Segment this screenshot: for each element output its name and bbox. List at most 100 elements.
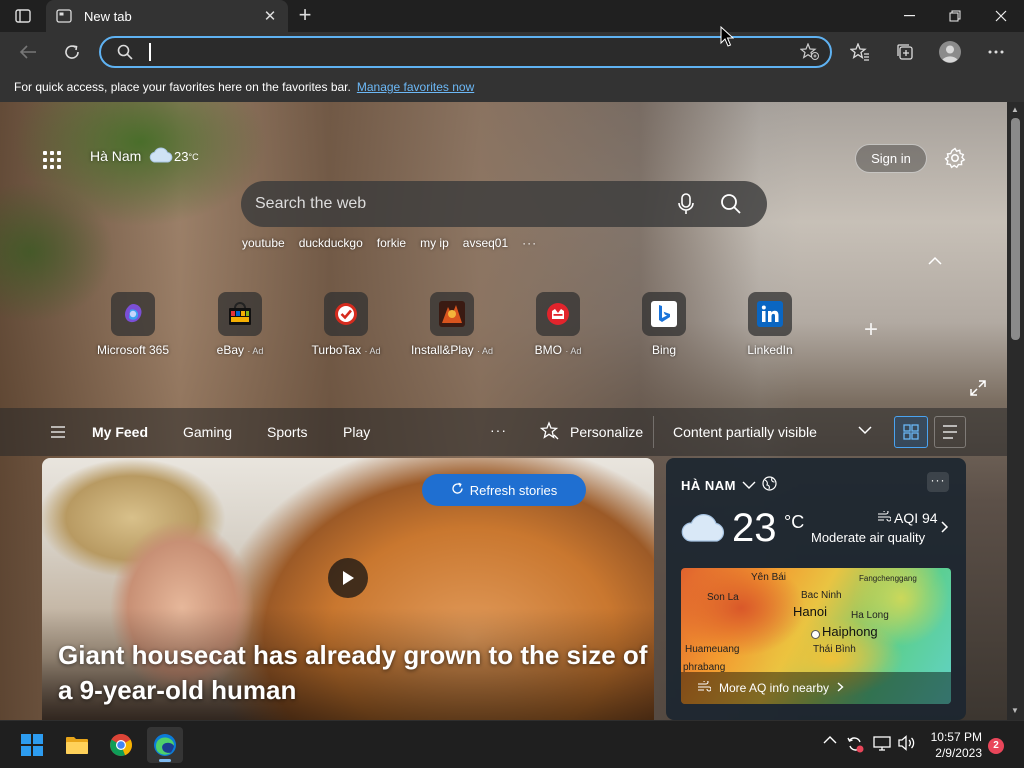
page-scrollbar[interactable]: ▲ ▼ — [1007, 102, 1024, 720]
air-quality-map[interactable]: Yên Bái Bac Ninh Fangchenggang Son La Ha… — [681, 568, 951, 704]
clock-time: 10:57 PM — [930, 730, 982, 744]
app-launcher-icon[interactable] — [41, 149, 63, 171]
tile-label: Microsoft 365 — [96, 343, 170, 357]
notification-badge[interactable]: 2 — [988, 738, 1004, 754]
collections-icon[interactable] — [893, 40, 917, 64]
refresh-icon[interactable] — [58, 38, 86, 66]
tab-gaming[interactable]: Gaming — [183, 424, 232, 440]
refresh-icon — [451, 482, 464, 498]
aqi-value[interactable]: AQI 94 — [877, 509, 938, 526]
add-favorite-icon[interactable] — [799, 42, 820, 66]
scrollbar-thumb[interactable] — [1011, 118, 1020, 340]
tile-turbotax[interactable]: TurboTax · Ad — [293, 292, 399, 357]
network-icon[interactable] — [873, 735, 891, 751]
chevron-up-icon[interactable] — [823, 735, 837, 744]
story-headline[interactable]: Giant housecat has already grown to the … — [58, 638, 648, 708]
play-icon[interactable] — [328, 558, 368, 598]
tile-label: LinkedIn — [747, 343, 793, 357]
back-arrow-icon[interactable] — [14, 38, 42, 66]
weather-card[interactable]: HÀ NAM ··· 23 °C AQI 94 Moderate air qua… — [666, 458, 966, 720]
list-layout-icon[interactable] — [934, 416, 966, 448]
map-label: Hanoi — [793, 604, 827, 619]
quick-link[interactable]: avseq01 — [463, 236, 508, 250]
sync-icon[interactable] — [846, 735, 864, 753]
quick-link[interactable]: my ip — [420, 236, 449, 250]
new-tab-button[interactable]: + — [292, 4, 318, 28]
sign-in-button[interactable]: Sign in — [855, 144, 927, 173]
tile-label: Install&Play — [410, 343, 474, 357]
cloud-icon — [148, 146, 174, 167]
tab-sports[interactable]: Sports — [267, 424, 307, 440]
hero-story-card[interactable]: Refresh stories Giant housecat has alrea… — [42, 458, 654, 720]
scroll-down-arrow-icon[interactable]: ▼ — [1011, 706, 1019, 715]
tile-install-play[interactable]: Install&Play · Ad — [399, 292, 505, 357]
feed-more-button[interactable]: ··· — [490, 422, 507, 438]
chrome-icon[interactable] — [103, 727, 139, 763]
chevron-up-icon[interactable] — [928, 252, 942, 268]
aqi-description[interactable]: Moderate air quality — [811, 530, 925, 545]
content-visibility-dropdown[interactable]: Content partially visible — [673, 424, 817, 440]
menu-icon[interactable] — [50, 425, 66, 443]
weather-card-location[interactable]: HÀ NAM — [681, 476, 777, 494]
address-input[interactable] — [147, 42, 747, 62]
favorites-icon[interactable] — [848, 40, 872, 64]
grid-layout-icon[interactable] — [894, 416, 928, 448]
expand-background-icon[interactable] — [970, 380, 986, 401]
windows-start-icon[interactable] — [14, 727, 50, 763]
tile-ebay[interactable]: eBay · Ad — [187, 292, 293, 357]
map-label: Haiphong — [822, 624, 878, 639]
tile-microsoft-365[interactable]: Microsoft 365 — [80, 292, 186, 357]
quick-link[interactable]: duckduckgo — [299, 236, 363, 250]
quick-link[interactable]: youtube — [242, 236, 285, 250]
manage-favorites-link[interactable]: Manage favorites now — [357, 80, 474, 94]
cloud-icon — [680, 510, 728, 549]
quick-links-more[interactable]: ··· — [522, 236, 537, 250]
weather-location[interactable]: Hà Nam — [90, 148, 141, 164]
windows-taskbar: 10:57 PM 2/9/2023 2 — [0, 720, 1024, 768]
edge-icon[interactable] — [147, 727, 183, 763]
ad-badge: · Ad — [477, 346, 494, 356]
web-search-box[interactable] — [241, 181, 767, 227]
tab-my-feed[interactable]: My Feed — [92, 424, 148, 440]
tab-actions-icon[interactable] — [12, 6, 34, 26]
minimize-button[interactable] — [886, 0, 932, 32]
microphone-icon[interactable] — [678, 193, 694, 220]
aqi-label: AQI 94 — [894, 510, 938, 526]
tile-bmo[interactable]: BMO · Ad — [505, 292, 611, 357]
volume-icon[interactable] — [898, 735, 916, 751]
refresh-stories-button[interactable]: Refresh stories — [422, 474, 586, 506]
restore-button[interactable] — [932, 0, 978, 32]
settings-more-icon[interactable] — [984, 40, 1008, 64]
scroll-up-arrow-icon[interactable]: ▲ — [1011, 105, 1019, 114]
quick-link[interactable]: forkie — [377, 236, 406, 250]
globe-icon[interactable] — [762, 476, 777, 494]
tile-linkedin[interactable]: LinkedIn — [717, 292, 823, 357]
map-label: Bac Ninh — [801, 590, 842, 601]
close-window-button[interactable] — [978, 0, 1024, 32]
new-tab-page: Hà Nam 23°C Sign in youtube duckduckgo f… — [0, 102, 1007, 720]
web-search-input[interactable] — [255, 194, 635, 214]
tile-label: eBay — [216, 343, 244, 357]
weather-card-more-button[interactable]: ··· — [927, 472, 949, 492]
more-aq-link[interactable]: More AQ info nearby — [681, 672, 951, 704]
chevron-right-icon[interactable] — [941, 520, 949, 536]
search-icon[interactable] — [720, 193, 742, 220]
ad-badge: · Ad — [565, 346, 582, 356]
tab-close-icon[interactable]: ✕ — [262, 7, 278, 25]
tab-play[interactable]: Play — [343, 424, 370, 440]
weather-mini[interactable]: 23 °C — [148, 146, 199, 167]
map-label: Thái Bình — [813, 644, 856, 655]
clock[interactable]: 10:57 PM 2/9/2023 — [928, 729, 982, 761]
tab-new-tab[interactable]: New tab ✕ — [46, 0, 288, 32]
add-site-plus-icon[interactable]: + — [864, 316, 878, 344]
map-label: Huameuang — [685, 644, 740, 655]
file-explorer-icon[interactable] — [59, 727, 95, 763]
clock-date: 2/9/2023 — [935, 746, 982, 760]
profile-avatar-icon[interactable] — [938, 40, 962, 64]
gear-icon[interactable] — [943, 146, 967, 175]
personalize-button[interactable]: Personalize — [530, 416, 655, 448]
map-label: Fangchenggang — [859, 574, 917, 583]
tile-bing[interactable]: Bing — [611, 292, 717, 357]
ad-badge: · Ad — [364, 346, 381, 356]
chevron-down-icon[interactable] — [858, 422, 872, 440]
